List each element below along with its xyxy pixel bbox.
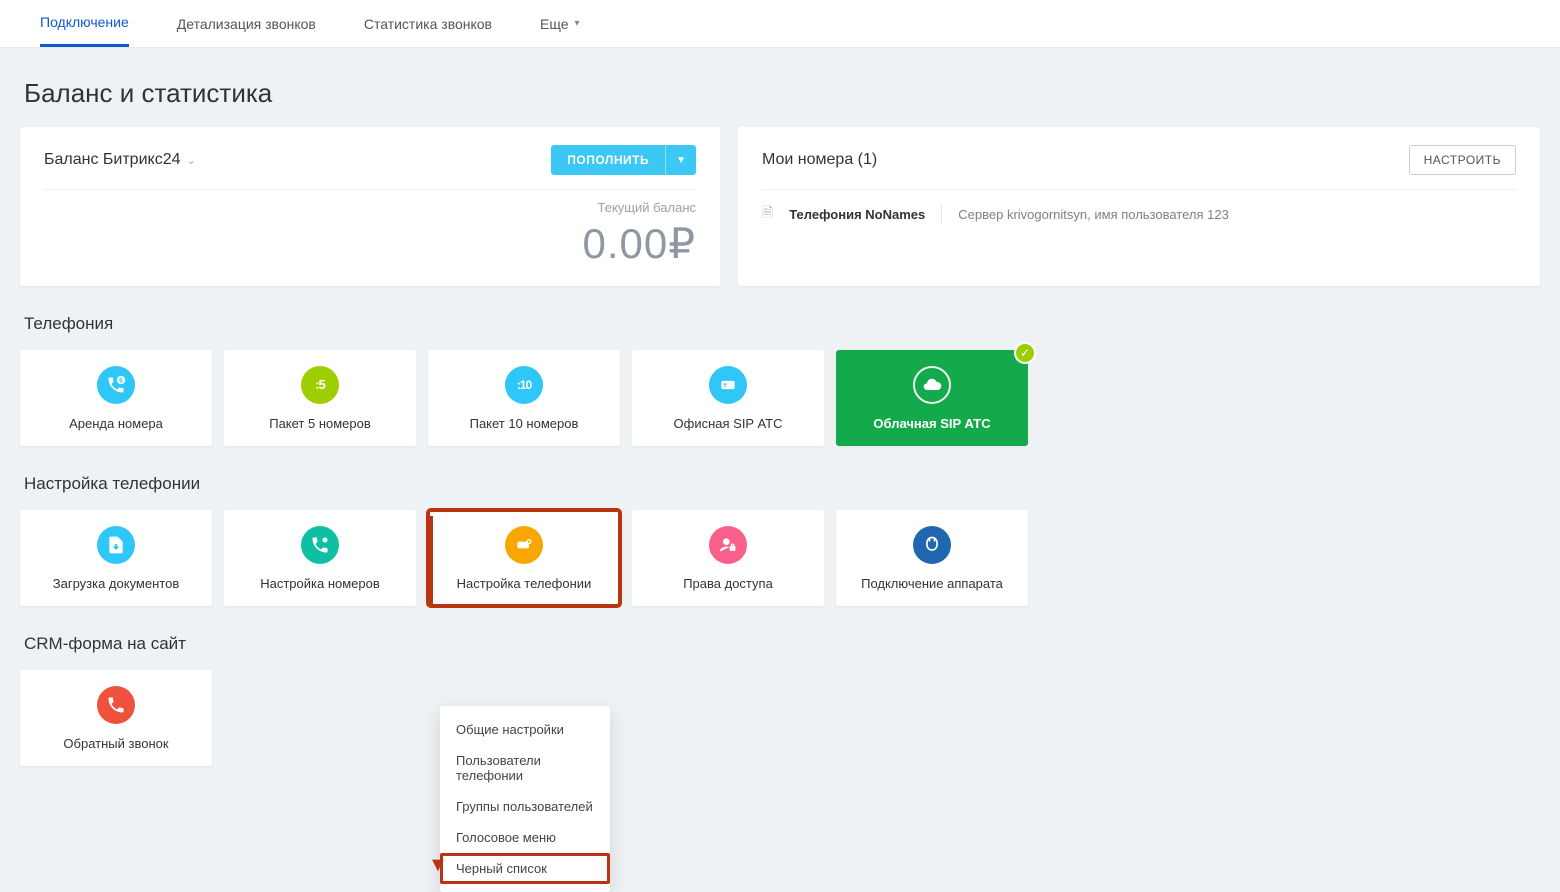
tab-more-label: Еще: [540, 16, 569, 32]
dd-voice-menu[interactable]: Голосовое меню: [440, 822, 610, 853]
tab-connection[interactable]: Подключение: [40, 0, 129, 47]
section-title-crm-form: CRM-форма на сайт: [24, 634, 1540, 654]
plug-icon: [913, 526, 951, 564]
number-entry-name[interactable]: Телефония NoNames: [789, 207, 925, 222]
page-title: Баланс и статистика: [24, 78, 1540, 109]
dd-user-groups[interactable]: Группы пользователей: [440, 791, 610, 822]
tile-label: Настройка телефонии: [457, 576, 592, 591]
tile-label: Подключение аппарата: [861, 576, 1003, 591]
topup-dropdown-button[interactable]: ▼: [665, 145, 696, 175]
section-title-telephony: Телефония: [24, 314, 1540, 334]
tile-label: Права доступа: [683, 576, 773, 591]
tile-package-10[interactable]: :10 Пакет 10 номеров: [428, 350, 620, 446]
tile-access-rights[interactable]: Права доступа: [632, 510, 824, 606]
tile-upload-docs[interactable]: Загрузка документов: [20, 510, 212, 606]
tile-office-sip[interactable]: Офисная SIP АТС: [632, 350, 824, 446]
crm-tiles: Обратный звонок: [20, 670, 1540, 766]
divider: [941, 204, 942, 224]
chevron-down-icon: ▾: [575, 18, 580, 29]
tile-telephony-settings[interactable]: Настройка телефонии Общие настройки Поль…: [428, 510, 620, 606]
dd-telephony-users[interactable]: Пользователи телефонии: [440, 745, 610, 791]
tile-label: Загрузка документов: [53, 576, 179, 591]
telephony-tiles: $ Аренда номера :5 Пакет 5 номеров :10 П…: [20, 350, 1540, 446]
tile-package-5[interactable]: :5 Пакет 5 номеров: [224, 350, 416, 446]
balance-panel: Баланс Битрикс24 ⌄ ПОПОЛНИТЬ ▼ Текущий б…: [20, 127, 720, 286]
current-balance-value: 0.00₽: [44, 219, 696, 268]
tile-label: Пакет 5 номеров: [269, 416, 371, 431]
dd-general-settings[interactable]: Общие настройки: [440, 714, 610, 745]
section-title-settings: Настройка телефонии: [24, 474, 1540, 494]
document-icon: 🗎: [762, 202, 773, 226]
tile-callback[interactable]: Обратный звонок: [20, 670, 212, 766]
balance-title-dropdown[interactable]: Баланс Битрикс24 ⌄: [44, 151, 196, 169]
top-tabs: Подключение Детализация звонков Статисти…: [0, 0, 1560, 48]
settings-gear-icon: [505, 526, 543, 564]
dd-blacklist[interactable]: Черный список: [440, 853, 610, 884]
tab-call-stats[interactable]: Статистика звонков: [364, 2, 492, 46]
callback-icon: [97, 686, 135, 724]
my-numbers-title: Мои номера (1): [762, 151, 877, 169]
phone-gear-icon: [301, 526, 339, 564]
topup-button[interactable]: ПОПОЛНИТЬ: [551, 145, 665, 175]
tile-connect-device[interactable]: Подключение аппарата: [836, 510, 1028, 606]
tile-label: Пакет 10 номеров: [470, 416, 579, 431]
chevron-down-icon: ⌄: [187, 154, 196, 167]
tile-label: Настройка номеров: [260, 576, 380, 591]
balance-title-label: Баланс Битрикс24: [44, 151, 181, 169]
tile-rent-number[interactable]: $ Аренда номера: [20, 350, 212, 446]
dialpad-10-icon: :10: [505, 366, 543, 404]
annotation-arrow-line: [430, 516, 433, 608]
topup-button-group: ПОПОЛНИТЬ ▼: [551, 145, 696, 175]
my-numbers-panel: Мои номера (1) НАСТРОИТЬ 🗎 Телефония NoN…: [738, 127, 1540, 286]
tile-label: Аренда номера: [69, 416, 163, 431]
tile-label: Офисная SIP АТС: [674, 416, 783, 431]
dialpad-5-icon: :5: [301, 366, 339, 404]
phone-dollar-icon: $: [97, 366, 135, 404]
number-entry-server: Сервер krivogornitsyn, имя пользователя …: [958, 207, 1229, 222]
svg-text:$: $: [119, 377, 123, 384]
tab-more[interactable]: Еще ▾: [540, 2, 580, 46]
tile-label: Облачная SIP АТС: [873, 416, 990, 431]
settings-tiles: Загрузка документов Настройка номеров На…: [20, 510, 1540, 606]
current-balance-label: Текущий баланс: [44, 200, 696, 215]
upload-doc-icon: [97, 526, 135, 564]
cloud-pbx-icon: [913, 366, 951, 404]
tile-label: Обратный звонок: [63, 736, 168, 751]
pbx-icon: [709, 366, 747, 404]
annotation-arrow-head-icon: ▼: [428, 854, 448, 877]
check-badge-icon: ✓: [1014, 342, 1036, 364]
tab-call-details[interactable]: Детализация звонков: [177, 2, 316, 46]
tile-cloud-sip[interactable]: ✓ Облачная SIP АТС: [836, 350, 1028, 446]
telephony-settings-dropdown: Общие настройки Пользователи телефонии Г…: [440, 706, 610, 892]
configure-button[interactable]: НАСТРОИТЬ: [1409, 145, 1516, 175]
tile-numbers-settings[interactable]: Настройка номеров: [224, 510, 416, 606]
user-lock-icon: [709, 526, 747, 564]
